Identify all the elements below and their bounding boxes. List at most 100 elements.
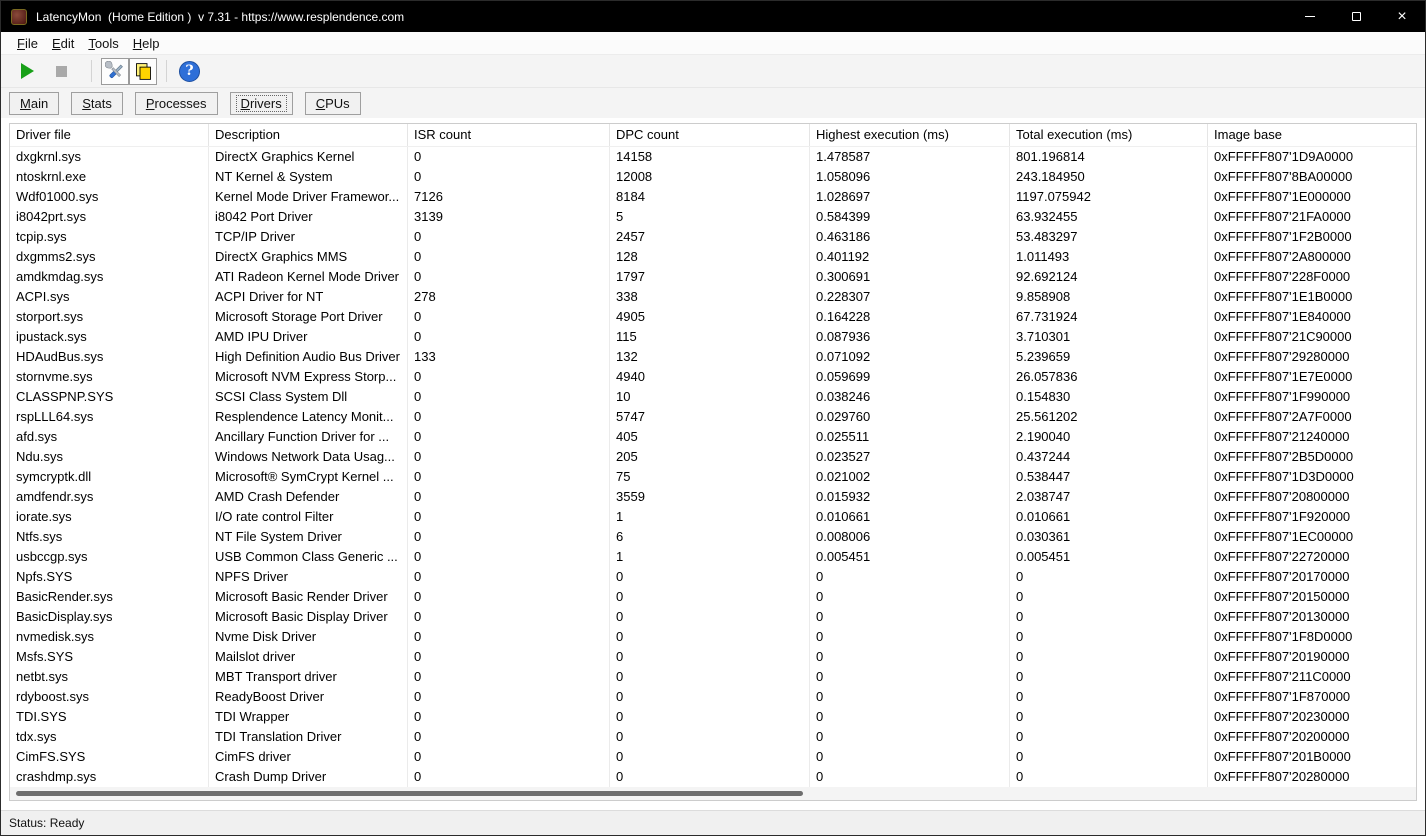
table-row[interactable]: Ndu.sysWindows Network Data Usag...02050… [10,447,1416,467]
tab-label: Stats [77,95,117,112]
table-row[interactable]: Ntfs.sysNT File System Driver060.0080060… [10,527,1416,547]
scrollbar-thumb[interactable] [16,791,803,796]
cell-isr-count: 0 [408,747,610,767]
tab-drivers[interactable]: Drivers [230,92,293,115]
cell-dpc-count: 405 [610,427,810,447]
drivers-table: Driver fileDescriptionISR countDPC count… [9,123,1417,801]
table-row[interactable]: nvmedisk.sysNvme Disk Driver00000xFFFFF8… [10,627,1416,647]
column-header-description[interactable]: Description [209,124,408,146]
stop-monitor-button[interactable] [48,58,75,85]
table-row[interactable]: ipustack.sysAMD IPU Driver01150.0879363.… [10,327,1416,347]
table-row[interactable]: symcryptk.dllMicrosoft® SymCrypt Kernel … [10,467,1416,487]
table-row[interactable]: dxgmms2.sysDirectX Graphics MMS01280.401… [10,247,1416,267]
table-row[interactable]: Npfs.SYSNPFS Driver00000xFFFFF807'201700… [10,567,1416,587]
tab-cpus[interactable]: CPUs [305,92,361,115]
cell-total-execution: 53.483297 [1010,227,1208,247]
table-row[interactable]: amdfendr.sysAMD Crash Defender035590.015… [10,487,1416,507]
column-header-image-base[interactable]: Image base [1208,124,1416,146]
table-row[interactable]: dxgkrnl.sysDirectX Graphics Kernel014158… [10,147,1416,167]
cell-description: NT Kernel & System [209,167,408,187]
cell-total-execution: 0 [1010,667,1208,687]
tab-main[interactable]: Main [9,92,59,115]
table-row[interactable]: TDI.SYSTDI Wrapper00000xFFFFF807'2023000… [10,707,1416,727]
options-button[interactable] [101,58,129,85]
table-row[interactable]: netbt.sysMBT Transport driver00000xFFFFF… [10,667,1416,687]
tab-processes[interactable]: Processes [135,92,218,115]
cell-isr-count: 0 [408,427,610,447]
cell-driver-file: afd.sys [10,427,209,447]
table-row[interactable]: BasicRender.sysMicrosoft Basic Render Dr… [10,587,1416,607]
table-row[interactable]: rspLLL64.sysResplendence Latency Monit..… [10,407,1416,427]
cell-dpc-count: 1 [610,507,810,527]
table-row[interactable]: usbccgp.sysUSB Common Class Generic ...0… [10,547,1416,567]
table-row[interactable]: BasicDisplay.sysMicrosoft Basic Display … [10,607,1416,627]
menu-help[interactable]: Help [126,34,167,53]
cell-isr-count: 0 [408,547,610,567]
start-monitor-button[interactable] [14,58,41,85]
table-row[interactable]: tcpip.sysTCP/IP Driver024570.46318653.48… [10,227,1416,247]
column-header-highest-execution[interactable]: Highest execution (ms) [810,124,1010,146]
status-text: Status: Ready [9,816,84,830]
cell-total-execution: 2.038747 [1010,487,1208,507]
table-row[interactable]: i8042prt.sysi8042 Port Driver313950.5843… [10,207,1416,227]
table-body: dxgkrnl.sysDirectX Graphics Kernel014158… [10,147,1416,787]
cell-dpc-count: 14158 [610,147,810,167]
cell-driver-file: BasicDisplay.sys [10,607,209,627]
cell-description: Ancillary Function Driver for ... [209,427,408,447]
table-row[interactable]: storport.sysMicrosoft Storage Port Drive… [10,307,1416,327]
cell-highest-execution: 0 [810,767,1010,787]
cell-total-execution: 26.057836 [1010,367,1208,387]
cell-description: Microsoft Storage Port Driver [209,307,408,327]
cell-driver-file: Ntfs.sys [10,527,209,547]
table-row[interactable]: crashdmp.sysCrash Dump Driver00000xFFFFF… [10,767,1416,787]
cell-driver-file: Ndu.sys [10,447,209,467]
horizontal-scrollbar[interactable] [10,787,1416,800]
table-row[interactable]: Wdf01000.sysKernel Mode Driver Framewor.… [10,187,1416,207]
table-row[interactable]: CimFS.SYSCimFS driver00000xFFFFF807'201B… [10,747,1416,767]
table-row[interactable]: HDAudBus.sysHigh Definition Audio Bus Dr… [10,347,1416,367]
cell-highest-execution: 0.023527 [810,447,1010,467]
cell-highest-execution: 0.025511 [810,427,1010,447]
menu-edit[interactable]: Edit [45,34,81,53]
cell-highest-execution: 0.015932 [810,487,1010,507]
table-row[interactable]: Msfs.SYSMailslot driver00000xFFFFF807'20… [10,647,1416,667]
cell-driver-file: rspLLL64.sys [10,407,209,427]
table-row[interactable]: ntoskrnl.exeNT Kernel & System0120081.05… [10,167,1416,187]
table-row[interactable]: amdkmdag.sysATI Radeon Kernel Mode Drive… [10,267,1416,287]
maximize-button[interactable] [1333,1,1379,32]
column-header-driver-file[interactable]: Driver file [10,124,209,146]
cell-total-execution: 0 [1010,567,1208,587]
table-row[interactable]: afd.sysAncillary Function Driver for ...… [10,427,1416,447]
report-button[interactable] [129,58,157,85]
minimize-icon [1305,16,1315,17]
help-button[interactable]: ? [176,58,203,85]
app-icon [11,9,27,25]
table-row[interactable]: iorate.sysI/O rate control Filter010.010… [10,507,1416,527]
column-header-dpc-count[interactable]: DPC count [610,124,810,146]
tab-stats[interactable]: Stats [71,92,123,115]
menu-file[interactable]: File [10,34,45,53]
cell-total-execution: 9.858908 [1010,287,1208,307]
column-header-isr-count[interactable]: ISR count [408,124,610,146]
close-button[interactable]: × [1379,1,1425,32]
cell-driver-file: dxgkrnl.sys [10,147,209,167]
pages-icon [133,61,154,82]
table-row[interactable]: stornvme.sysMicrosoft NVM Express Storp.… [10,367,1416,387]
table-row[interactable]: tdx.sysTDI Translation Driver00000xFFFFF… [10,727,1416,747]
cell-driver-file: ACPI.sys [10,287,209,307]
cell-highest-execution: 0 [810,627,1010,647]
table-row[interactable]: rdyboost.sysReadyBoost Driver00000xFFFFF… [10,687,1416,707]
cell-driver-file: crashdmp.sys [10,767,209,787]
cell-isr-count: 133 [408,347,610,367]
cell-isr-count: 0 [408,307,610,327]
column-header-total-execution[interactable]: Total execution (ms) [1010,124,1208,146]
cell-isr-count: 0 [408,167,610,187]
cell-description: Microsoft Basic Display Driver [209,607,408,627]
menu-tools[interactable]: Tools [81,34,125,53]
cell-image-base: 0xFFFFF807'1F920000 [1208,507,1416,527]
cell-dpc-count: 0 [610,607,810,627]
table-row[interactable]: CLASSPNP.SYSSCSI Class System Dll0100.03… [10,387,1416,407]
minimize-button[interactable] [1287,1,1333,32]
cell-total-execution: 0.030361 [1010,527,1208,547]
table-row[interactable]: ACPI.sysACPI Driver for NT2783380.228307… [10,287,1416,307]
